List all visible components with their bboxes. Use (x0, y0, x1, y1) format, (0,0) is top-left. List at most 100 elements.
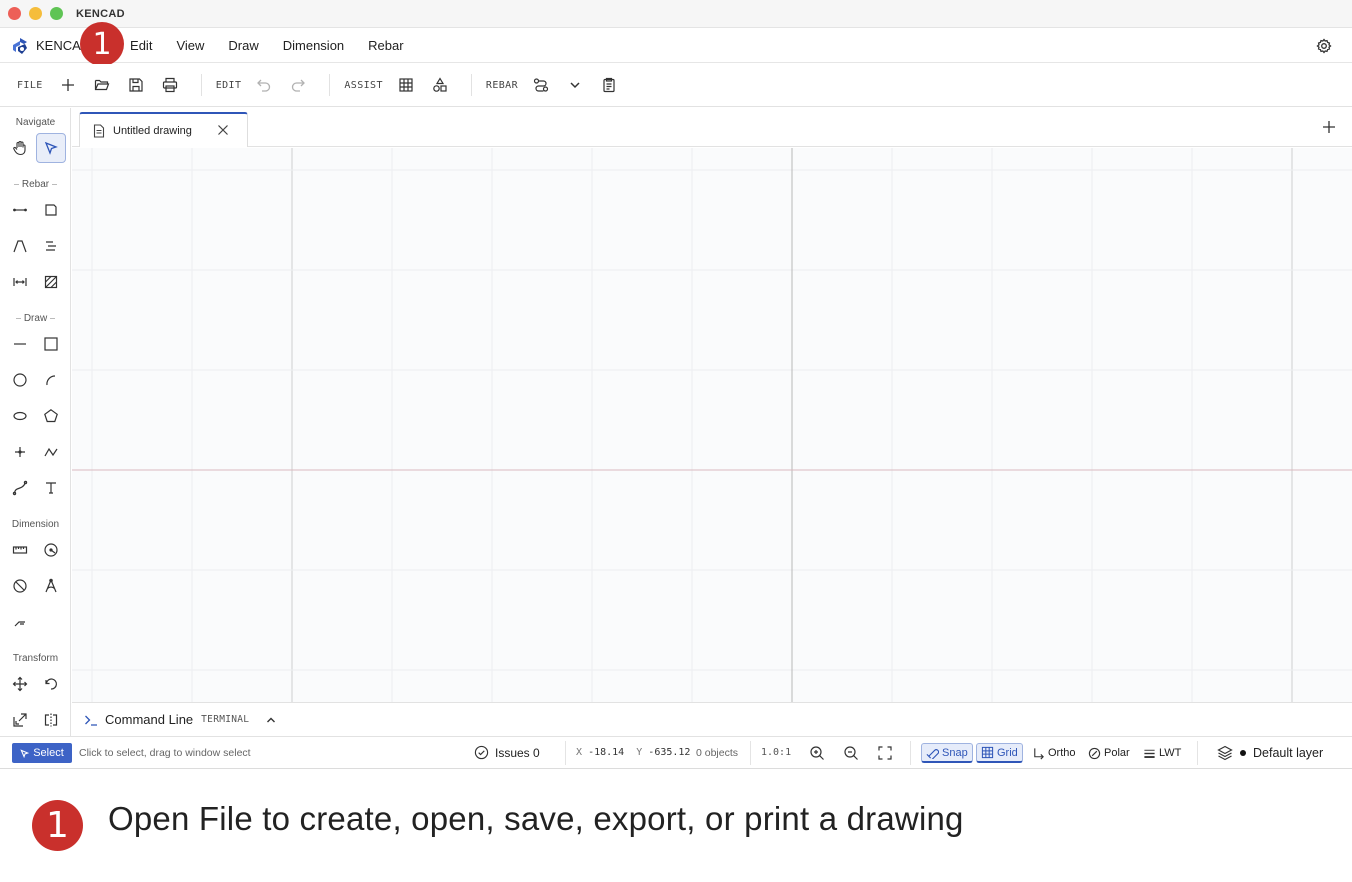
rebar-schedule-button[interactable] (596, 72, 622, 98)
mode-label: Select (33, 747, 64, 759)
move-tool[interactable] (5, 669, 35, 699)
zoom-in-icon[interactable] (809, 745, 825, 761)
ortho-icon (1034, 747, 1044, 759)
ortho-toggle[interactable]: Ortho (1028, 743, 1080, 763)
spline-tool[interactable] (5, 473, 35, 503)
minimize-window-button[interactable] (29, 7, 42, 20)
polyline-tool[interactable] (36, 437, 66, 467)
fit-view-icon[interactable] (877, 745, 893, 761)
tab-untitled-drawing[interactable]: Untitled drawing (79, 112, 248, 147)
issues-indicator[interactable]: Issues 0 (474, 745, 540, 760)
undo-button[interactable] (251, 72, 277, 98)
hatch-area-tool[interactable] (36, 267, 66, 297)
angle-icon (45, 578, 57, 593)
menu-view[interactable]: View (164, 29, 216, 63)
clipboard-icon (603, 77, 615, 93)
snap-toggle[interactable]: Snap (921, 743, 973, 763)
redo-button[interactable] (285, 72, 311, 98)
drawing-canvas[interactable] (72, 148, 1352, 702)
ellipse-icon (13, 411, 27, 421)
toolbar-assist-label: ASSIST (344, 79, 383, 91)
linear-dimension-tool[interactable] (5, 535, 35, 565)
new-tab-plus-icon[interactable] (1322, 120, 1336, 134)
rotate-tool[interactable] (36, 669, 66, 699)
rebar-dropdown-button[interactable] (562, 72, 588, 98)
shapes-button[interactable] (427, 72, 453, 98)
command-line-title[interactable]: Command Line (105, 712, 193, 727)
zoom-out-icon[interactable] (843, 745, 859, 761)
sidebar-draw-label: Draw (0, 313, 71, 324)
grid-toggle[interactable]: Grid (976, 743, 1023, 763)
menu-edit[interactable]: Edit (118, 29, 164, 63)
text-tool[interactable] (36, 473, 66, 503)
redo-icon (292, 79, 306, 92)
toolbar-file-label: FILE (17, 79, 43, 91)
title-bar: KENCAD (0, 0, 1352, 28)
line-tool[interactable] (5, 329, 35, 359)
angular-dimension-tool[interactable] (36, 571, 66, 601)
point-tool[interactable] (5, 437, 35, 467)
bar-list-tool[interactable] (36, 231, 66, 261)
open-drawing-button[interactable] (89, 72, 115, 98)
lwt-label: LWT (1159, 747, 1182, 759)
straight-bar-icon (13, 208, 27, 212)
main-toolbar: FILE EDIT ASSIST REBAR (0, 64, 1352, 107)
bent-bar-tool[interactable] (5, 231, 35, 261)
pan-tool-button[interactable] (5, 133, 35, 163)
command-line-tag: TERMINAL (201, 714, 250, 725)
radius-dimension-tool[interactable] (36, 535, 66, 565)
select-tool-button[interactable] (36, 133, 66, 163)
rectangle-tool[interactable] (36, 329, 66, 359)
settings-gear-icon[interactable] (1316, 38, 1332, 54)
cursor-arrow-icon (44, 141, 58, 155)
arc-tool[interactable] (36, 365, 66, 395)
bent-bar-icon (13, 240, 27, 253)
menu-dimension[interactable]: Dimension (271, 29, 356, 63)
rebar-route-button[interactable] (528, 72, 554, 98)
kencad-logo-icon (13, 37, 27, 54)
close-icon[interactable] (217, 124, 229, 136)
menu-rebar[interactable]: Rebar (356, 29, 415, 63)
chevron-down-icon (570, 82, 580, 89)
status-separator (1197, 741, 1198, 765)
close-window-button[interactable] (8, 7, 21, 20)
scale-tool[interactable] (5, 705, 35, 735)
pentagon-icon (44, 409, 58, 423)
layer-selector[interactable]: Default layer (1217, 745, 1323, 761)
window-title: KENCAD (76, 7, 125, 20)
bar-spacing-tool[interactable] (5, 267, 35, 297)
polar-toggle[interactable]: Polar (1084, 743, 1134, 763)
grid-toggle-button[interactable] (393, 72, 419, 98)
layers-icon (1217, 745, 1233, 761)
menu-draw[interactable]: Draw (216, 29, 270, 63)
command-line-panel: Command Line TERMINAL (72, 702, 1352, 736)
tool-sidebar: Navigate Rebar Draw Dimension Transform (0, 108, 71, 736)
route-icon (533, 78, 549, 92)
new-drawing-button[interactable] (55, 72, 81, 98)
mirror-tool[interactable] (36, 705, 66, 735)
polar-label: Polar (1104, 747, 1130, 759)
diameter-dimension-tool[interactable] (5, 571, 35, 601)
maximize-window-button[interactable] (50, 7, 63, 20)
layer-color-dot (1240, 750, 1246, 756)
circle-icon (13, 373, 27, 387)
leader-tool[interactable] (5, 607, 35, 637)
stirrup-tool[interactable] (36, 195, 66, 225)
polygon-tool[interactable] (36, 401, 66, 431)
leader-icon (14, 621, 25, 627)
lineweight-toggle[interactable]: LWT (1139, 743, 1185, 763)
cursor-coordinates: X -18.14 Y -635.12 (576, 747, 691, 758)
layer-name: Default layer (1253, 746, 1324, 760)
hand-icon (13, 140, 26, 156)
mode-select-badge[interactable]: Select (12, 743, 72, 763)
straight-bar-tool[interactable] (5, 195, 35, 225)
printer-icon (162, 77, 177, 93)
ellipse-tool[interactable] (5, 401, 35, 431)
cursor-arrow-icon (20, 748, 30, 758)
chevron-up-icon[interactable] (265, 714, 277, 726)
circle-tool[interactable] (5, 365, 35, 395)
tutorial-text: Open File to create, open, save, export,… (108, 800, 964, 837)
save-drawing-button[interactable] (123, 72, 149, 98)
print-drawing-button[interactable] (157, 72, 183, 98)
status-separator (565, 741, 566, 765)
